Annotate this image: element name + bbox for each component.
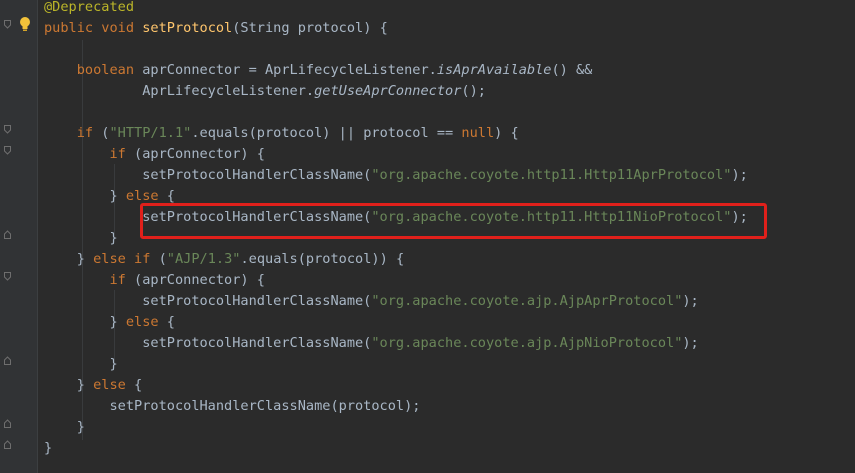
code-token: .equals(protocol)) {	[240, 251, 405, 267]
code-line[interactable]: } else if ("AJP/1.3".equals(protocol)) {	[44, 249, 404, 270]
fold-collapse-icon[interactable]	[4, 125, 11, 134]
code-token: ) {	[494, 125, 519, 141]
code-token: aprConnector = AprLifecycleListener.	[142, 62, 437, 78]
code-line[interactable]: setProtocolHandlerClassName(protocol);	[44, 396, 420, 417]
code-token: setProtocolHandlerClassName(	[44, 335, 372, 351]
highlight-annotation-box	[140, 203, 767, 239]
code-token: "HTTP/1.1"	[109, 125, 192, 141]
code-token: setProtocol	[142, 20, 233, 36]
code-token: }	[44, 251, 94, 267]
code-token: );	[682, 335, 699, 351]
code-token: }	[44, 314, 126, 330]
code-line[interactable]: setProtocolHandlerClassName("org.apache.…	[44, 291, 699, 312]
code-line[interactable]: boolean aprConnector = AprLifecycleListe…	[44, 60, 593, 81]
code-line[interactable]: }	[44, 438, 52, 459]
code-line[interactable]: }	[44, 354, 118, 375]
code-token: else	[93, 377, 135, 393]
code-token: () &&	[551, 62, 593, 78]
code-line[interactable]: } else {	[44, 312, 175, 333]
code-line[interactable]: AprLifecycleListener.getUseAprConnector(…	[44, 81, 486, 102]
code-token: else if	[93, 251, 159, 267]
code-token: "org.apache.coyote.http11.Http11AprProto…	[371, 167, 732, 183]
code-token: "org.apache.coyote.ajp.AjpNioProtocol"	[371, 335, 683, 351]
code-token: "AJP/1.3"	[166, 251, 241, 267]
fold-expand-icon[interactable]	[4, 440, 11, 449]
code-line[interactable]: setProtocolHandlerClassName("org.apache.…	[44, 333, 699, 354]
code-line[interactable]: if ("HTTP/1.1".equals(protocol) || proto…	[44, 123, 519, 144]
code-token: AprLifecycleListener.	[44, 83, 315, 99]
fold-expand-icon[interactable]	[4, 230, 11, 239]
code-token: else	[125, 188, 167, 204]
code-token: (	[158, 251, 167, 267]
fold-collapse-icon[interactable]	[4, 146, 11, 155]
code-token: (String protocol) {	[232, 20, 388, 36]
code-token: getUseAprConnector	[314, 83, 462, 99]
fold-collapse-icon[interactable]	[4, 20, 11, 29]
fold-collapse-icon[interactable]	[4, 272, 11, 281]
code-token: }	[44, 230, 118, 246]
code-token: }	[44, 419, 85, 435]
code-token: }	[44, 440, 53, 456]
code-token: "org.apache.coyote.ajp.AjpAprProtocol"	[371, 293, 683, 309]
code-token: else	[125, 314, 167, 330]
code-token: );	[731, 167, 748, 183]
code-token: {	[166, 314, 175, 330]
code-line[interactable]: if (aprConnector) {	[44, 144, 265, 165]
code-line[interactable]: }	[44, 228, 118, 249]
code-token: }	[44, 377, 94, 393]
code-token: if	[44, 125, 102, 141]
code-token: boolean	[44, 62, 143, 78]
code-token: setProtocolHandlerClassName(	[44, 167, 372, 183]
code-token: (aprConnector) {	[134, 272, 265, 288]
code-token: if	[44, 272, 135, 288]
fold-expand-icon[interactable]	[4, 356, 11, 365]
code-line[interactable]: }	[44, 417, 85, 438]
intention-bulb-icon[interactable]	[18, 16, 32, 32]
code-line[interactable]: public void setProtocol(String protocol)…	[44, 18, 388, 39]
code-token: );	[682, 293, 699, 309]
code-token: .equals(protocol) || protocol ==	[191, 125, 462, 141]
fold-expand-icon[interactable]	[4, 419, 11, 428]
code-token: setProtocolHandlerClassName(protocol);	[44, 398, 421, 414]
code-token: if	[44, 146, 135, 162]
code-line[interactable]: @Deprecated	[44, 0, 134, 18]
code-line[interactable]: setProtocolHandlerClassName("org.apache.…	[44, 165, 748, 186]
code-token: public void	[44, 20, 143, 36]
code-token: isAprAvailable	[436, 62, 552, 78]
code-token: (aprConnector) {	[134, 146, 265, 162]
code-token: @Deprecated	[44, 0, 135, 15]
code-line[interactable]: } else {	[44, 375, 142, 396]
code-token: null	[461, 125, 495, 141]
code-line[interactable]: if (aprConnector) {	[44, 270, 265, 291]
code-token: {	[134, 377, 143, 393]
code-token: }	[44, 356, 118, 372]
code-token: setProtocolHandlerClassName(	[44, 293, 372, 309]
code-token: ();	[461, 83, 486, 99]
code-token: }	[44, 188, 126, 204]
code-token: {	[166, 188, 175, 204]
